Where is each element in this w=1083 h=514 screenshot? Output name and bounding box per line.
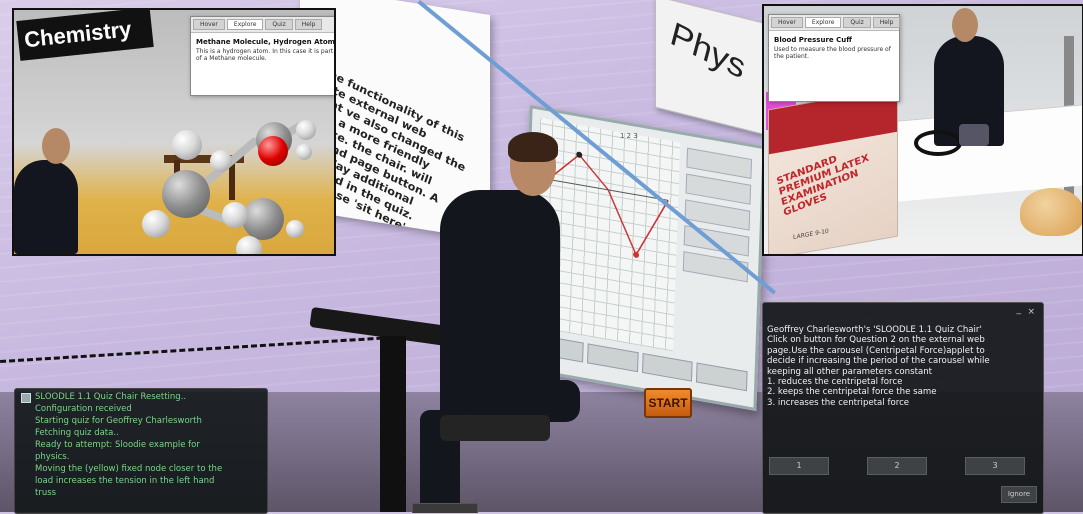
avatar-head (952, 8, 978, 42)
tab-quiz[interactable]: Quiz (265, 19, 293, 30)
hydrogen-atom[interactable] (236, 236, 262, 254)
answer-button-3[interactable]: 3 (965, 457, 1025, 475)
applet-field[interactable] (683, 225, 750, 257)
chat-line: load increases the tension in the left h… (35, 476, 215, 486)
truss-line (547, 153, 669, 257)
hydrogen-atom[interactable] (142, 210, 170, 238)
popup-title: Methane Molecule, Hydrogen Atom (196, 38, 335, 46)
chat-line: physics. (35, 452, 70, 462)
avatar-head (42, 128, 70, 164)
carbon-atom[interactable] (162, 170, 210, 218)
popup-tabs: Hover Explore Quiz Help (769, 15, 901, 31)
popup-title: Blood Pressure Cuff (774, 36, 852, 44)
popup-description: Used to measure the blood pressure of th… (774, 46, 891, 60)
oxygen-atom[interactable] (258, 136, 288, 166)
applet-side-panel (680, 147, 753, 358)
applet-button[interactable] (586, 343, 639, 373)
quiz-line: decide if increasing the period of the c… (767, 356, 990, 367)
quiz-chair-seat[interactable] (440, 415, 550, 441)
chat-line: Ready to attempt: Sloodie example for (35, 440, 200, 450)
chat-messages: SLOODLE 1.1 Quiz Chair Resetting.. Confi… (35, 391, 263, 499)
popup-tabs: Hover Explore Quiz Help (191, 17, 334, 33)
avatar-hair (508, 132, 558, 162)
hydrogen-atom[interactable] (172, 130, 202, 160)
hydrogen-atom[interactable] (296, 120, 316, 140)
object-icon (21, 393, 31, 403)
chat-line: Starting quiz for Geoffrey Charlesworth (35, 416, 202, 426)
tab-hover[interactable]: Hover (193, 19, 225, 30)
tab-help[interactable]: Help (294, 19, 323, 30)
hydrogen-atom[interactable] (286, 220, 304, 238)
minimize-icon[interactable]: _ (1017, 305, 1022, 315)
quiz-line: 2. keeps the centripetal force the same (767, 387, 937, 398)
local-chat-window[interactable]: SLOODLE 1.1 Quiz Chair Resetting.. Confi… (14, 388, 268, 514)
glove-box[interactable]: STANDARD PREMIUM LATEX EXAMINATION GLOVE… (768, 86, 898, 254)
chemistry-inset: Chemistry Hover Explore Quiz Help Methan… (12, 8, 336, 256)
answer-button-1[interactable]: 1 (769, 457, 829, 475)
quiz-line: Geoffrey Charlesworth's 'SLOODLE 1.1 Qui… (767, 325, 982, 335)
quiz-line: page.Use the carousel (Centripetal Force… (767, 345, 985, 356)
chat-line: Fetching quiz data.. (35, 428, 119, 438)
carbon-atom[interactable] (242, 198, 284, 240)
answer-button-2[interactable]: 2 (867, 457, 927, 475)
physics-sign-label: Phys (666, 15, 750, 87)
hydrogen-atom[interactable] (222, 202, 248, 228)
glove-box-size: LARGE 9-10 (793, 227, 829, 242)
tab-help[interactable]: Help (872, 17, 901, 28)
chat-line: truss (35, 488, 57, 498)
applet-button[interactable] (696, 362, 748, 392)
chat-line: Moving the (yellow) fixed node closer to… (35, 464, 223, 474)
quiz-line: 1. reduces the centripetal force (767, 377, 903, 388)
blood-pressure-cuff[interactable] (914, 130, 962, 156)
medical-inset: STANDARD PREMIUM LATEX EXAMINATION GLOVE… (762, 4, 1083, 256)
quiz-question-text: Geoffrey Charlesworth's 'SLOODLE 1.1 Qui… (767, 325, 1035, 408)
applet-button[interactable] (641, 352, 693, 382)
ignore-button[interactable]: Ignore (1001, 486, 1037, 503)
tab-explore[interactable]: Explore (804, 17, 842, 28)
brass-horn (1020, 188, 1082, 236)
applet-field[interactable] (685, 173, 752, 205)
quiz-line: keeping all other parameters constant (767, 366, 933, 377)
quiz-dialog[interactable]: _ × Geoffrey Charlesworth's 'SLOODLE 1.1… (762, 302, 1044, 514)
quiz-line: Click on button for Question 2 on the ex… (767, 335, 985, 346)
quiz-line: 3. increases the centripetal force (767, 397, 910, 408)
applet-field[interactable] (686, 147, 753, 179)
popup-description: This is a hydrogen atom. In this case it… (196, 48, 334, 62)
chat-line: SLOODLE 1.1 Quiz Chair Resetting.. (35, 392, 187, 402)
applet-page-indicator: 1 2 3 (620, 132, 638, 140)
chat-line: Configuration received (35, 404, 132, 414)
hud-info-popup[interactable]: Hover Explore Quiz Help Blood Pressure C… (768, 14, 901, 102)
desk-leg (380, 336, 406, 512)
avatar-body (14, 160, 78, 254)
applet-field[interactable] (682, 251, 749, 283)
hydrogen-atom[interactable] (210, 150, 232, 172)
hydrogen-atom[interactable] (296, 144, 312, 160)
start-button[interactable]: START (644, 388, 692, 418)
instrument-tray (959, 124, 989, 146)
hud-info-popup[interactable]: Hover Explore Quiz Help Methane Molecule… (190, 16, 335, 96)
close-icon[interactable]: × (1027, 307, 1035, 317)
tab-explore[interactable]: Explore (226, 19, 264, 30)
tab-quiz[interactable]: Quiz (843, 17, 871, 28)
tab-hover[interactable]: Hover (771, 17, 803, 28)
chemistry-sign: Chemistry (16, 10, 154, 61)
